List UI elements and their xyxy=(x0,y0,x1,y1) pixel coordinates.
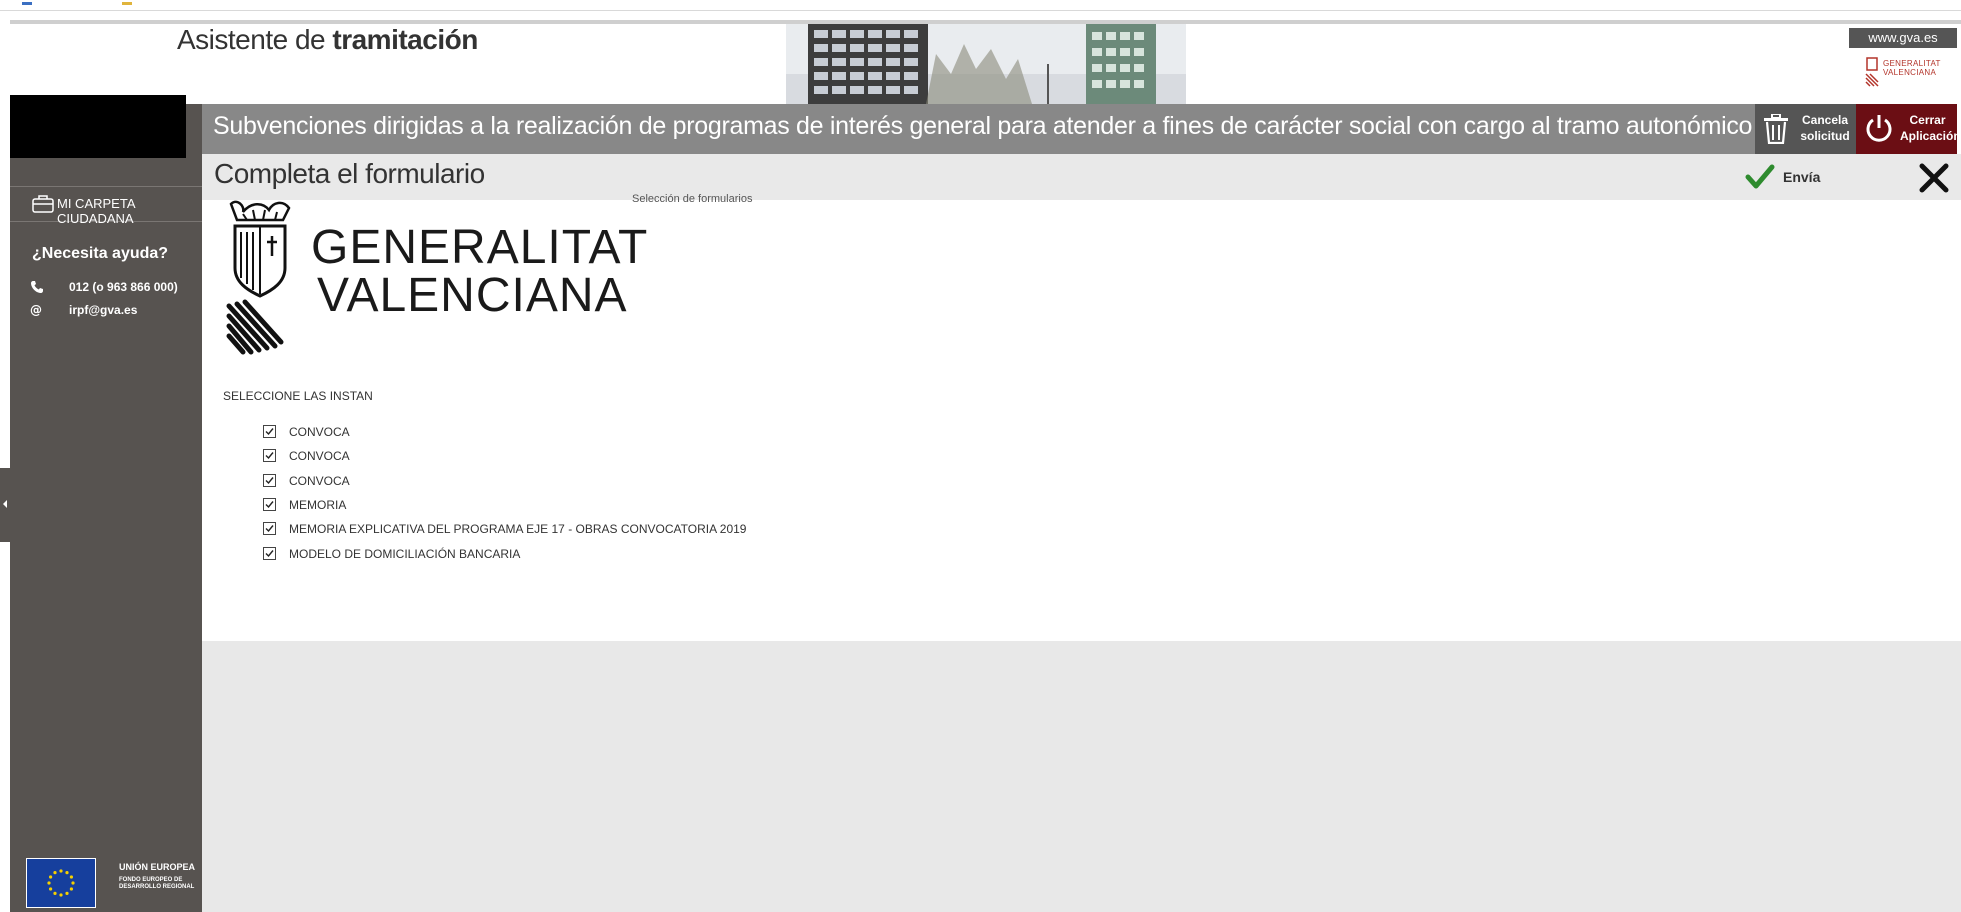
tab-indicator xyxy=(122,2,132,5)
send-label: Envía xyxy=(1783,169,1821,185)
app-title: Asistente de tramitación xyxy=(177,24,478,56)
form-item-label: MEMORIA EXPLICATIVA DEL PROGRAMA EJE 17 … xyxy=(289,522,747,536)
procedure-title: Subvenciones dirigidas a la realización … xyxy=(213,112,1753,140)
checkbox-checked-icon[interactable] xyxy=(263,425,276,438)
form-item-label: CONVOCA xyxy=(289,425,350,439)
eu-feder-logo: UNIÓN EUROPEA FONDO EUROPEO DE DESARROLL… xyxy=(26,858,196,908)
logo-line2: VALENCIANA xyxy=(317,269,628,322)
checkbox-checked-icon[interactable] xyxy=(263,449,276,462)
logo-line1: GENERALITAT xyxy=(311,221,649,274)
gva-website-link[interactable]: www.gva.es xyxy=(1849,28,1957,48)
form-item-label: MODELO DE DOMICILIACIÓN BANCARIA xyxy=(289,547,521,561)
checkbox-checked-icon[interactable] xyxy=(263,474,276,487)
at-sign-icon: @ xyxy=(30,303,42,317)
checkmark-icon xyxy=(1745,164,1775,189)
power-icon xyxy=(1866,115,1892,142)
redacted-user-box xyxy=(10,95,186,158)
coat-of-arms-icon xyxy=(226,200,291,355)
trash-icon xyxy=(1764,114,1788,144)
close-step-button[interactable] xyxy=(1917,161,1951,195)
svg-text:@: @ xyxy=(30,303,42,317)
gva-logo-line2: VALENCIANA xyxy=(1883,68,1937,77)
close-label: Cerrar Aplicación xyxy=(1900,113,1961,143)
gva-crest-icon xyxy=(1865,57,1879,87)
tab-indicator xyxy=(22,2,32,5)
checkbox-checked-icon[interactable] xyxy=(263,522,276,535)
phone-icon xyxy=(31,281,43,293)
chevron-left-icon xyxy=(3,500,7,508)
generalitat-valenciana-logo: GENERALITAT VALENCIANA xyxy=(223,198,647,358)
cancel-request-button[interactable]: Cancela solicitud xyxy=(1755,104,1856,154)
gva-header-logo[interactable]: GENERALITAT VALENCIANA xyxy=(1865,56,1945,90)
browser-top-strip xyxy=(0,0,1961,11)
eu-title: UNIÓN EUROPEA xyxy=(119,862,196,872)
select-instances-label: SELECCIONE LAS INSTAN xyxy=(223,389,373,403)
eu-subtitle: FONDO EUROPEO DE DESARROLLO REGIONAL xyxy=(119,877,195,890)
form-item-label: CONVOCA xyxy=(289,449,350,463)
eu-flag-icon xyxy=(26,858,96,908)
checkbox-checked-icon[interactable] xyxy=(263,498,276,511)
briefcase-icon xyxy=(32,195,54,213)
app-title-bold: tramitación xyxy=(332,24,478,55)
checkbox-checked-icon[interactable] xyxy=(263,547,276,560)
phone-number: 012 (o 963 866 000) xyxy=(69,280,178,294)
header-banner-image xyxy=(786,24,1186,104)
cancel-label: Cancela solicitud xyxy=(1800,113,1850,143)
carpeta-label: MI CARPETA CIUDADANA xyxy=(57,196,135,226)
close-application-button[interactable]: Cerrar Aplicación xyxy=(1856,104,1961,154)
help-title: ¿Necesita ayuda? xyxy=(32,245,169,262)
mi-carpeta-ciudadana-link[interactable]: MI CARPETA CIUDADANA xyxy=(10,186,202,226)
form-item-label: CONVOCA xyxy=(289,474,350,488)
close-icon xyxy=(1919,163,1949,193)
gva-logo-line1: GENERALITAT xyxy=(1883,59,1941,68)
breadcrumb: Selección de formularios xyxy=(632,193,753,205)
email-address: irpf@gva.es xyxy=(69,303,138,317)
step-title: Completa el formulario xyxy=(214,158,485,189)
sidebar-collapse-handle[interactable] xyxy=(0,468,10,542)
app-title-prefix: Asistente de xyxy=(177,24,333,55)
form-item-label: MEMORIA xyxy=(289,498,347,512)
form-empty-area xyxy=(202,641,1961,912)
